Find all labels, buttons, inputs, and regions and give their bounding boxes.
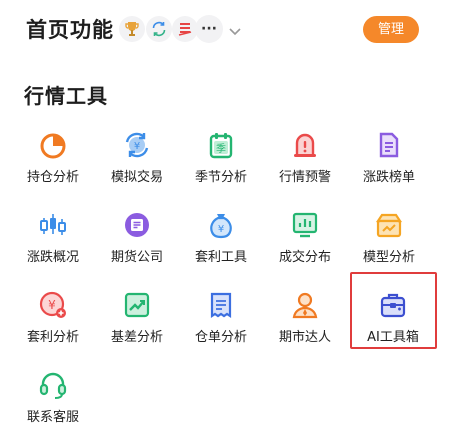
- pie-chart-icon: [38, 130, 68, 160]
- tool-label: 持仓分析: [26, 170, 79, 185]
- headset-icon: [38, 370, 68, 400]
- arbitrage-coin-icon: ¥: [38, 290, 68, 320]
- svg-text:季: 季: [216, 143, 226, 155]
- tool-label: 套利工具: [194, 250, 247, 265]
- alert-bell-icon: [290, 130, 320, 160]
- more-glyph: ···: [201, 21, 217, 37]
- tool-warehouse-receipt-analysis[interactable]: 仓单分析: [179, 280, 263, 350]
- tool-market-expert[interactable]: 期市达人: [263, 280, 347, 350]
- tool-label: 基差分析: [110, 330, 163, 345]
- tool-label: 模拟交易: [110, 170, 163, 185]
- tool-arbitrage-tools[interactable]: ¥ 套利工具: [179, 200, 263, 270]
- tool-label: 模型分析: [362, 250, 415, 265]
- tool-label: 期市达人: [278, 330, 331, 345]
- tool-customer-service[interactable]: 联系客服: [11, 360, 95, 430]
- svg-text:¥: ¥: [134, 141, 140, 152]
- trophy-icon[interactable]: [119, 16, 145, 42]
- tool-label: 套利分析: [26, 330, 79, 345]
- tool-ranking-list[interactable]: 涨跌榜单: [347, 120, 431, 190]
- tool-simulated-trading[interactable]: ¥ 模拟交易: [95, 120, 179, 190]
- model-box-icon: [374, 210, 404, 240]
- tool-label: 成交分布: [278, 250, 331, 265]
- chevron-down-icon[interactable]: [228, 22, 242, 41]
- tool-arbitrage-analysis[interactable]: ¥ 套利分析: [11, 280, 95, 350]
- candlestick-icon: [38, 210, 68, 240]
- header: 首页功能 ··· 管理: [0, 0, 462, 62]
- highlight-frame: [350, 272, 437, 349]
- ranking-list-icon: [374, 130, 404, 160]
- tool-rise-fall-overview[interactable]: 涨跌概况: [11, 200, 95, 270]
- tool-label: 涨跌概况: [26, 250, 79, 265]
- tool-label: 行情预警: [278, 170, 331, 185]
- simulated-trade-icon: ¥: [122, 130, 152, 160]
- page-title: 首页功能: [26, 18, 114, 42]
- expert-person-icon: [290, 290, 320, 320]
- tool-market-alert[interactable]: 行情预警: [263, 120, 347, 190]
- tool-futures-company[interactable]: 期货公司: [95, 200, 179, 270]
- tool-label: 期货公司: [110, 250, 163, 265]
- svg-text:¥: ¥: [218, 224, 224, 235]
- money-bag-icon: ¥: [206, 210, 236, 240]
- season-calendar-icon: 季: [206, 130, 236, 160]
- manage-button[interactable]: 管理: [363, 16, 419, 43]
- tool-season-analysis[interactable]: 季 季节分析: [179, 120, 263, 190]
- tool-volume-distribution[interactable]: 成交分布: [263, 200, 347, 270]
- basis-trend-icon: [122, 290, 152, 320]
- tool-label: 联系客服: [26, 410, 79, 425]
- more-icon[interactable]: ···: [195, 15, 223, 43]
- tool-label: 季节分析: [194, 170, 247, 185]
- tool-label: 涨跌榜单: [362, 170, 415, 185]
- tool-label: 仓单分析: [194, 330, 247, 345]
- tool-basis-analysis[interactable]: 基差分析: [95, 280, 179, 350]
- company-icon: [122, 210, 152, 240]
- section-title: 行情工具: [24, 84, 108, 108]
- exchange-icon[interactable]: [146, 16, 172, 42]
- warehouse-receipt-icon: [206, 290, 236, 320]
- tool-holding-analysis[interactable]: 持仓分析: [11, 120, 95, 190]
- svg-text:¥: ¥: [48, 298, 56, 312]
- volume-distribution-icon: [290, 210, 320, 240]
- tool-model-analysis[interactable]: 模型分析: [347, 200, 431, 270]
